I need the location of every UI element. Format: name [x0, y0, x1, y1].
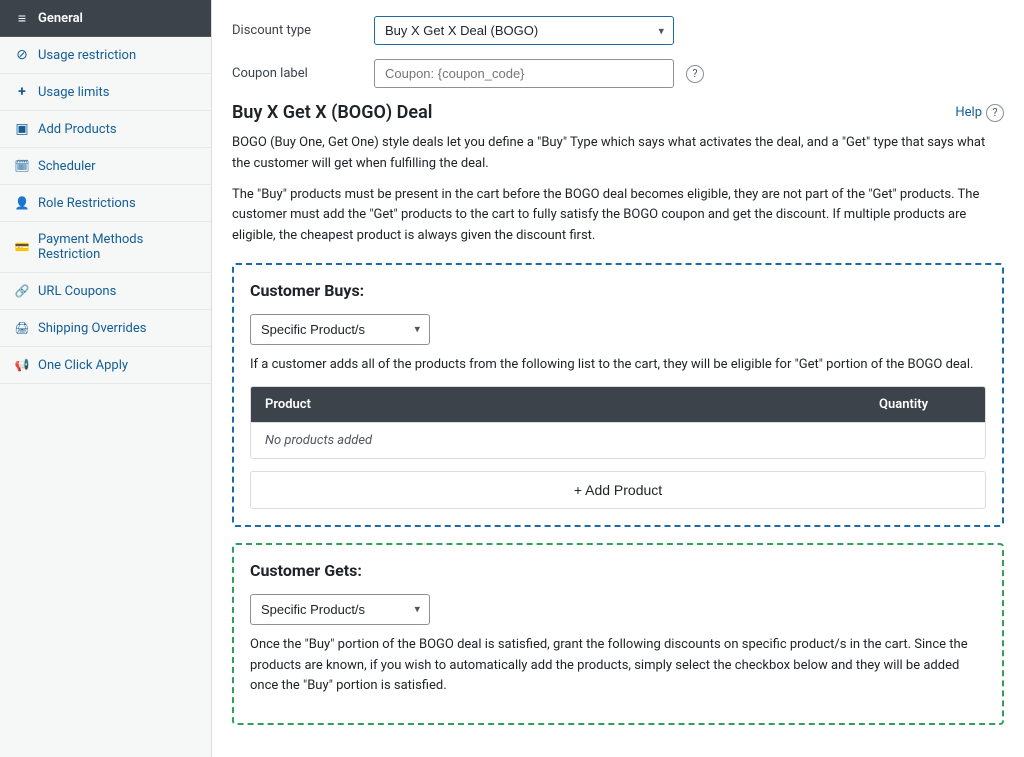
customer-gets-title: Customer Gets:	[250, 561, 986, 580]
customer-buys-desc: If a customer adds all of the products f…	[250, 355, 986, 376]
bogo-desc2: The "Buy" products must be present in th…	[232, 185, 1004, 247]
sidebar-item-label: General	[38, 11, 83, 26]
customer-gets-select-wrapper: Specific Product/s Specific Categories A…	[250, 594, 430, 625]
sidebar-item-label: Role Restrictions	[38, 196, 136, 211]
product-table-header: Product Quantity	[251, 387, 985, 422]
coupon-label-row: Coupon label ?	[232, 59, 1004, 88]
customer-buys-title: Customer Buys:	[250, 281, 986, 300]
discount-type-select-wrapper: Percentage discount Fixed cart discount …	[374, 16, 674, 45]
quantity-col-header: Quantity	[865, 387, 985, 422]
customer-buys-select[interactable]: Specific Product/s Specific Categories A…	[250, 314, 430, 345]
sidebar-item-add-products[interactable]: ▣ Add Products	[0, 111, 211, 148]
discount-type-select[interactable]: Percentage discount Fixed cart discount …	[374, 16, 674, 45]
product-col-header: Product	[251, 387, 865, 422]
customer-gets-desc: Once the "Buy" portion of the BOGO deal …	[250, 635, 986, 697]
shipping-overrides-icon: 🖨	[14, 320, 30, 336]
sidebar-item-general[interactable]: ≡ General	[0, 0, 211, 37]
add-products-icon: ▣	[14, 121, 30, 137]
general-icon: ≡	[14, 10, 30, 26]
customer-gets-select[interactable]: Specific Product/s Specific Categories A…	[250, 594, 430, 625]
help-link-label: Help	[955, 105, 982, 120]
sidebar-item-url-coupons[interactable]: 🔗 URL Coupons	[0, 273, 211, 310]
url-coupons-icon: 🔗	[14, 283, 30, 299]
coupon-label-label: Coupon label	[232, 66, 362, 81]
scheduler-icon: 🗓	[14, 158, 30, 174]
customer-buys-box: Customer Buys: Specific Product/s Specif…	[232, 263, 1004, 527]
discount-type-label: Discount type	[232, 23, 362, 38]
sidebar-item-scheduler[interactable]: 🗓 Scheduler	[0, 148, 211, 185]
role-restrictions-icon: 👤	[14, 195, 30, 211]
sidebar-item-label: Usage restriction	[38, 48, 136, 63]
no-products-row: No products added	[251, 422, 985, 458]
sidebar-item-role-restrictions[interactable]: 👤 Role Restrictions	[0, 185, 211, 222]
sidebar: ≡ General ⊘ Usage restriction + Usage li…	[0, 0, 212, 757]
usage-restriction-icon: ⊘	[14, 47, 30, 63]
coupon-label-help-icon[interactable]: ?	[686, 65, 704, 83]
discount-type-row: Discount type Percentage discount Fixed …	[232, 16, 1004, 45]
sidebar-item-usage-limits[interactable]: + Usage limits	[0, 74, 211, 111]
customer-buys-select-wrapper: Specific Product/s Specific Categories A…	[250, 314, 430, 345]
payment-methods-icon: 💳	[14, 239, 30, 255]
sidebar-item-usage-restriction[interactable]: ⊘ Usage restriction	[0, 37, 211, 74]
usage-limits-icon: +	[14, 84, 30, 100]
one-click-apply-icon: 📢	[14, 357, 30, 373]
sidebar-item-label: Usage limits	[38, 85, 109, 100]
sidebar-item-label: Shipping Overrides	[38, 321, 146, 336]
bogo-section-header: Buy X Get X (BOGO) Deal Help ?	[232, 102, 1004, 123]
main-content: Discount type Percentage discount Fixed …	[212, 0, 1024, 757]
sidebar-item-label: Scheduler	[38, 159, 96, 174]
sidebar-item-payment-methods-restriction[interactable]: 💳 Payment Methods Restriction	[0, 222, 211, 273]
add-product-button[interactable]: + Add Product	[250, 471, 986, 509]
no-products-text: No products added	[251, 423, 865, 458]
help-link-icon: ?	[986, 104, 1004, 122]
sidebar-item-label: URL Coupons	[38, 284, 116, 299]
sidebar-item-label: One Click Apply	[38, 358, 128, 373]
coupon-label-input[interactable]	[374, 59, 674, 88]
help-link[interactable]: Help ?	[955, 104, 1004, 122]
product-table: Product Quantity No products added	[250, 386, 986, 459]
no-products-qty	[865, 423, 985, 458]
sidebar-item-label: Payment Methods Restriction	[38, 232, 197, 262]
add-product-label: + Add Product	[574, 482, 662, 498]
bogo-section-title: Buy X Get X (BOGO) Deal	[232, 102, 432, 123]
sidebar-item-label: Add Products	[38, 122, 117, 137]
bogo-desc1: BOGO (Buy One, Get One) style deals let …	[232, 133, 1004, 175]
sidebar-item-shipping-overrides[interactable]: 🖨 Shipping Overrides	[0, 310, 211, 347]
customer-gets-box: Customer Gets: Specific Product/s Specif…	[232, 543, 1004, 725]
sidebar-item-one-click-apply[interactable]: 📢 One Click Apply	[0, 347, 211, 384]
